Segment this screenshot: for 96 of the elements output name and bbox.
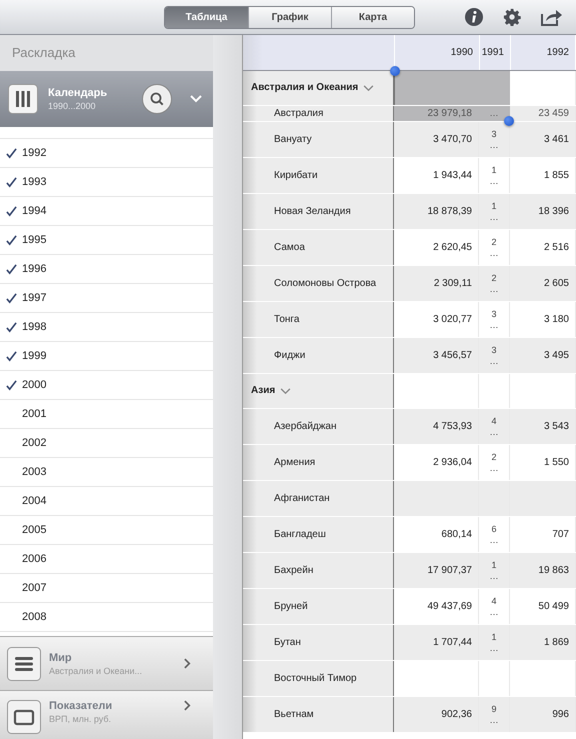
menu-icon[interactable]: [7, 646, 41, 680]
table-cell: 1 …: [479, 553, 510, 588]
table-cell: 23 979,18: [394, 106, 479, 121]
table-cell: 17 907,37: [394, 553, 479, 588]
columns-icon[interactable]: [8, 84, 38, 114]
table-cell: 1 707,44: [394, 625, 479, 660]
calendar-title: Календарь: [48, 87, 108, 99]
table-cell: 996: [510, 697, 576, 732]
frame-icon[interactable]: [7, 700, 41, 734]
table-cell: 1 869: [510, 625, 576, 660]
checkmark-icon: [6, 206, 16, 216]
panel-heading: Показатели: [49, 700, 114, 712]
row-header[interactable]: Новая Зеландия: [243, 194, 394, 229]
year-item[interactable]: 1994: [22, 205, 46, 217]
checkmark-icon: [6, 176, 16, 188]
year-item[interactable]: 2001: [22, 408, 46, 420]
year-item[interactable]: 1995: [22, 234, 46, 246]
table-cell: 2 309,11: [394, 266, 479, 301]
panel-title: Раскладка: [11, 44, 76, 62]
year-item[interactable]: 2002: [22, 437, 46, 449]
group-row-header[interactable]: Австралия и Океания: [243, 71, 394, 105]
column-header: 1991: [480, 35, 511, 70]
row-header[interactable]: Фиджи: [243, 338, 394, 373]
info-icon[interactable]: [464, 7, 484, 27]
year-item[interactable]: 2000: [22, 379, 46, 391]
table-cell: 3 …: [479, 122, 510, 157]
year-item[interactable]: 1998: [22, 321, 46, 333]
year-item[interactable]: 2003: [22, 466, 46, 478]
row-header[interactable]: Азербайджан: [243, 409, 394, 444]
table-cell: 902,36: [394, 697, 479, 732]
row-header[interactable]: Вьетнам: [243, 697, 394, 732]
year-item[interactable]: 2005: [22, 524, 46, 536]
table-cell: 18 396: [510, 194, 576, 229]
table-cell: 2 605: [510, 266, 576, 301]
table-cell: 3 470,70: [394, 122, 479, 157]
year-item[interactable]: 1999: [22, 350, 46, 362]
view-tab[interactable]: Карта: [331, 6, 414, 28]
row-header[interactable]: Кирибати: [243, 158, 394, 193]
checkmark-icon: [6, 350, 16, 362]
table-cell: 2 …: [479, 266, 510, 301]
table-cell: 19 863: [510, 553, 576, 588]
settings-icon[interactable]: [503, 8, 521, 26]
view-tab[interactable]: Таблица: [165, 6, 248, 28]
table-cell: 4 …: [479, 409, 510, 444]
year-item[interactable]: 2004: [22, 495, 46, 507]
year-item[interactable]: 1993: [22, 176, 46, 188]
checkmark-icon: [6, 292, 16, 304]
row-header[interactable]: Тонга: [243, 302, 394, 337]
column-header: 1992: [511, 35, 576, 70]
table-cell: 3 543: [510, 409, 576, 444]
view-tab[interactable]: График: [248, 6, 331, 28]
table-cell: 18 878,39: [394, 194, 479, 229]
table-cell: 1 …: [479, 194, 510, 229]
row-header[interactable]: Вануату: [243, 122, 394, 157]
search-icon[interactable]: [142, 84, 172, 114]
table-cell: 4 753,93: [394, 409, 479, 444]
row-header[interactable]: Бахрейн: [243, 553, 394, 588]
chevron-down-icon[interactable]: [190, 95, 202, 103]
checkmark-icon: [6, 380, 16, 390]
table-cell: 3 …: [479, 338, 510, 373]
selection-handle[interactable]: [504, 116, 514, 126]
row-header[interactable]: Бутан: [243, 625, 394, 660]
panel-subtitle: ВРП, млн. руб.: [49, 714, 112, 724]
row-header[interactable]: Армения: [243, 445, 394, 480]
row-header[interactable]: Соломоновы Острова: [243, 266, 394, 301]
table-cell: 3 495: [510, 338, 576, 373]
year-item[interactable]: 1997: [22, 292, 46, 304]
year-item[interactable]: 2006: [22, 553, 46, 565]
year-item[interactable]: 2007: [22, 582, 46, 594]
panel-subtitle: Австралия и Океани...: [49, 666, 144, 676]
year-item[interactable]: 2008: [22, 611, 46, 623]
panel-heading: Мир: [49, 652, 73, 664]
chevron-right-icon: [184, 700, 191, 711]
chevron-icon[interactable]: [280, 388, 292, 394]
checkmark-icon: [6, 264, 16, 274]
chevron-icon[interactable]: [363, 84, 374, 92]
year-item[interactable]: 1992: [22, 147, 46, 159]
checkmark-icon: [6, 322, 16, 332]
row-header[interactable]: Бруней: [243, 589, 394, 624]
year-item[interactable]: 1996: [22, 263, 46, 275]
row-header[interactable]: Австралия: [243, 106, 394, 121]
group-row-header[interactable]: Азия: [243, 374, 394, 408]
table-cell: 3 461: [510, 122, 576, 157]
checkmark-icon: [6, 234, 16, 246]
row-header[interactable]: Бангладеш: [243, 517, 394, 552]
table-cell: 1 …: [479, 625, 510, 660]
share-icon[interactable]: [540, 7, 562, 27]
chevron-right-icon: [184, 658, 191, 669]
table-cell: 23 459: [510, 106, 576, 121]
table-cell: 3 456,57: [394, 338, 479, 373]
row-header[interactable]: Восточный Тимор: [243, 661, 394, 696]
row-header[interactable]: Самоа: [243, 230, 394, 265]
calendar-range: 1990...2000: [48, 101, 97, 111]
checkmark-icon: [6, 148, 16, 158]
table-cell: 9 …: [479, 697, 510, 732]
row-header[interactable]: Афганистан: [243, 481, 394, 516]
